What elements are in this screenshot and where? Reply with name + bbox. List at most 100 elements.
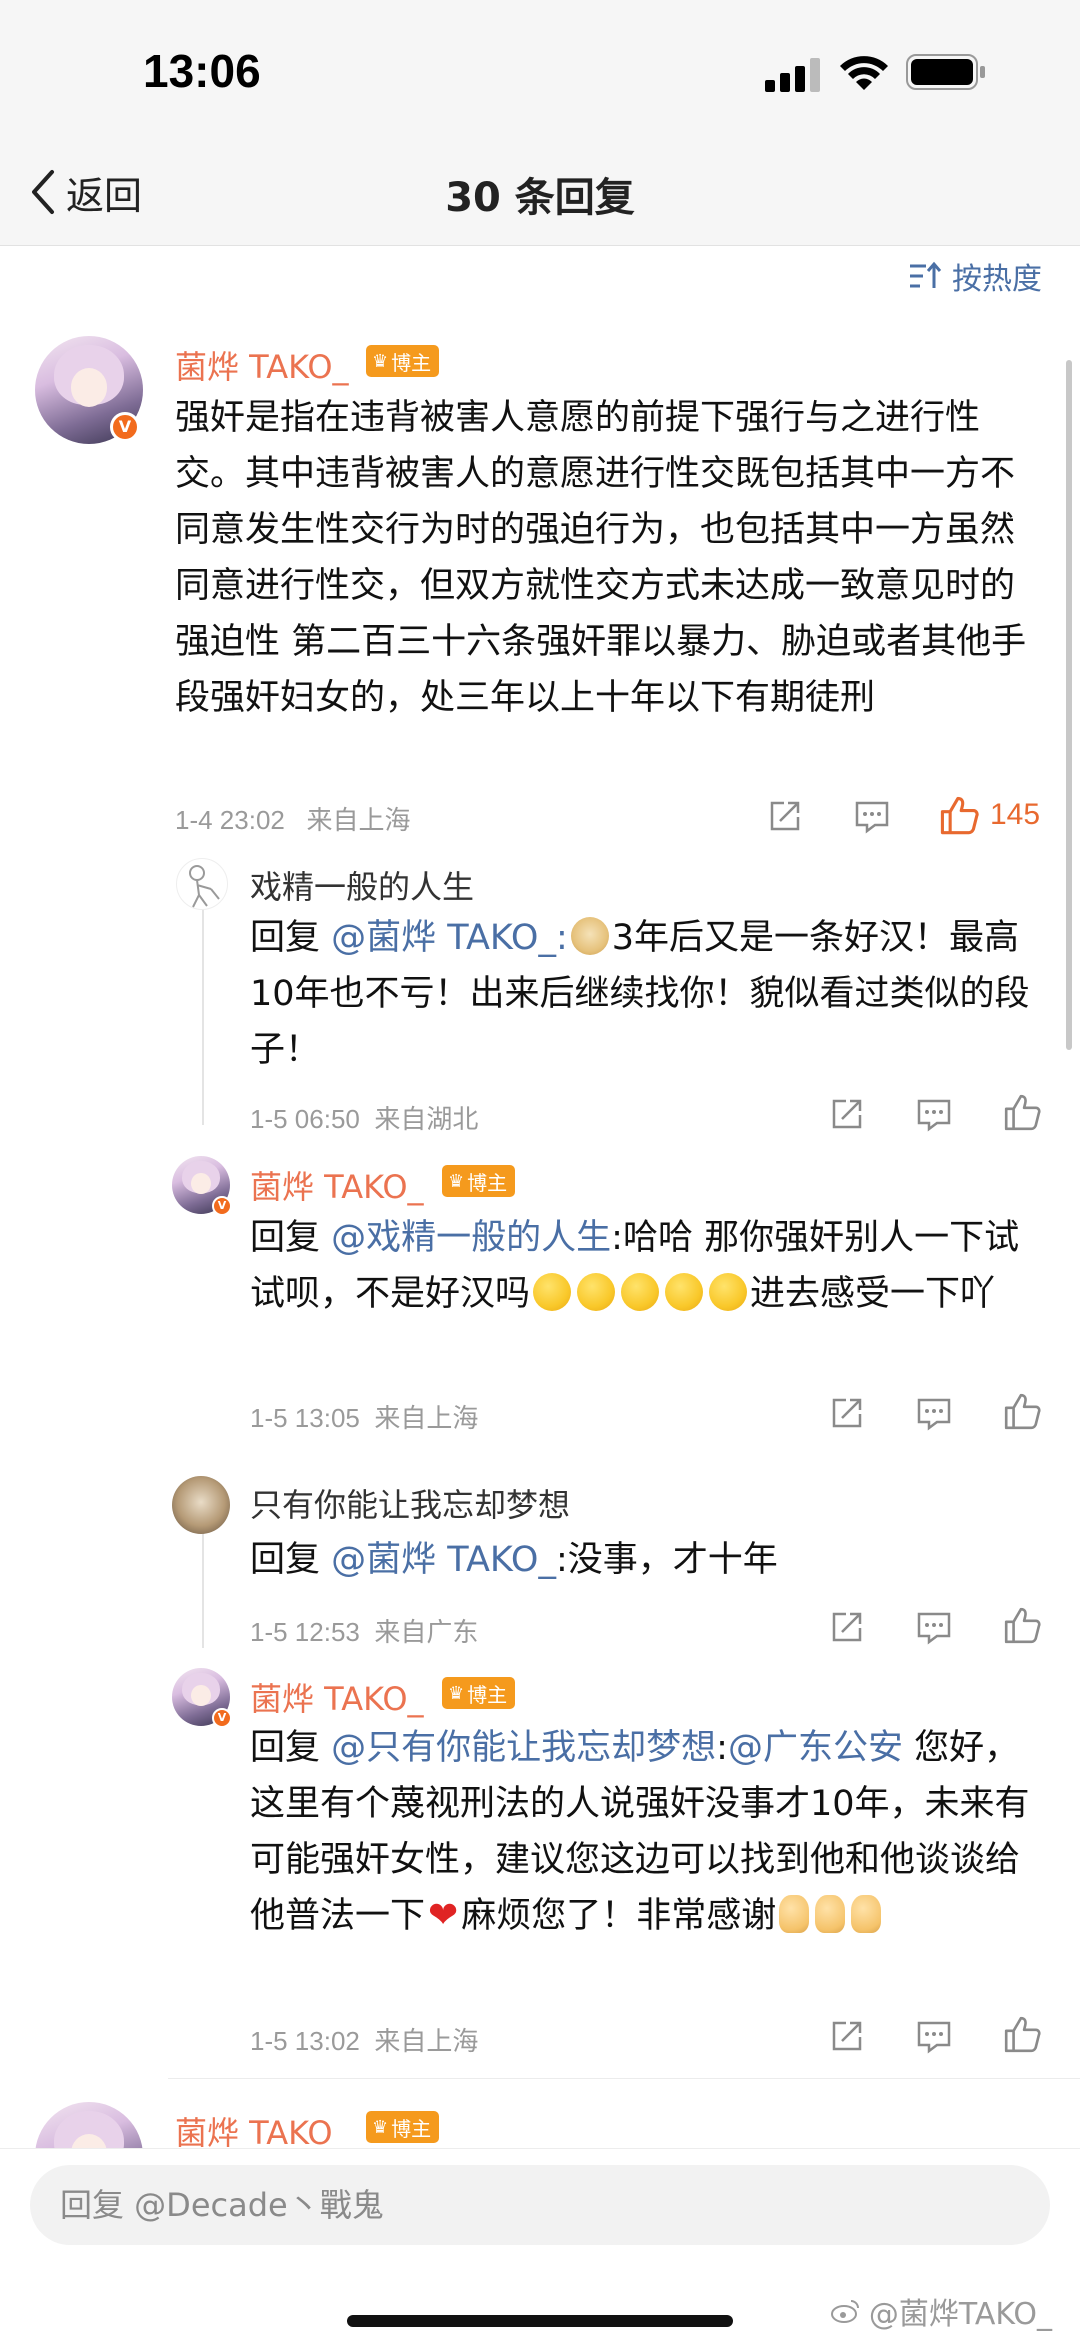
reply-prefix: 回复 xyxy=(250,918,321,958)
heart-emoji-icon: ❤ xyxy=(428,1895,459,1936)
reply-colon: : xyxy=(716,1728,728,1768)
comment-text: 强奸是指在违背被害人意愿的前提下强行与之进行性交。其中违背被害人的意愿进行性交既… xyxy=(175,398,1027,718)
crown-icon: ♛ xyxy=(372,350,389,372)
reply-meta: 1-5 13:02 来自上海 xyxy=(250,2021,478,2058)
badge-label: 博主 xyxy=(391,350,432,375)
reply-location: 来自上海 xyxy=(374,2026,479,2056)
reply-input[interactable]: 回复 @Decade丶戰鬼 xyxy=(30,2165,1050,2245)
cellular-signal-icon xyxy=(765,58,820,92)
thumbs-up-emoji-icon xyxy=(779,1895,810,1933)
badge-label: 博主 xyxy=(467,1170,508,1195)
weibo-icon xyxy=(830,2300,859,2323)
badge-label: 博主 xyxy=(467,1682,508,1707)
status-time: 13:06 xyxy=(143,45,261,97)
reply-username[interactable]: 菌烨 TAKO_ xyxy=(250,1162,424,1208)
reply-text: 回复 @菌烨 TAKO_: 3年后又是一条好汉！最高10年也不亏！出来后继续找你！… xyxy=(250,910,1050,1078)
thinking-emoji-icon xyxy=(621,1273,660,1311)
thumbs-up-emoji-icon xyxy=(815,1895,846,1933)
reply-time: 1-5 13:05 xyxy=(250,1403,360,1433)
comment-icon[interactable] xyxy=(915,1608,953,1646)
reply-username[interactable]: 只有你能让我忘却梦想 xyxy=(250,1480,570,1526)
blogger-badge: ♛ 博主 xyxy=(442,1677,516,1709)
share-icon[interactable] xyxy=(828,2017,866,2055)
status-bar: 13:06 xyxy=(0,0,1080,140)
mention-link[interactable]: @菌烨 TAKO_ xyxy=(331,918,556,958)
reply-avatar[interactable] xyxy=(176,858,228,910)
share-icon[interactable] xyxy=(828,1095,866,1133)
laughing-emoji-icon xyxy=(665,1273,704,1311)
reply-body-tail: 麻烦您了！非常感谢 xyxy=(461,1896,777,1936)
reply-location: 来自湖北 xyxy=(374,1104,479,1134)
reply-prefix: 回复 xyxy=(250,1728,321,1768)
reply-username[interactable]: 戏精一般的人生 xyxy=(250,862,474,908)
reply-body: :没事，才十年 xyxy=(555,1540,778,1580)
battery-icon xyxy=(906,54,985,90)
like-icon[interactable] xyxy=(1002,1092,1042,1132)
divider xyxy=(168,2078,1080,2079)
reply-location: 来自广东 xyxy=(374,1617,479,1647)
mention-colon: : xyxy=(555,918,568,958)
blogger-badge: ♛ 博主 xyxy=(366,345,440,377)
reply-meta: 1-5 12:53 来自广东 xyxy=(250,1612,478,1649)
tongue-emoji-icon xyxy=(709,1273,748,1311)
bottom-bar: 回复 @Decade丶戰鬼 @菌烨TAKO_ xyxy=(0,2148,1080,2341)
watermark-label: @菌烨TAKO_ xyxy=(868,2297,1052,2332)
share-icon[interactable] xyxy=(766,797,804,835)
mention-link[interactable]: @戏精一般的人生 xyxy=(331,1218,611,1258)
reply-prefix: 回复 xyxy=(250,1540,321,1580)
comment-time: 1-4 23:02 xyxy=(175,805,285,835)
like-icon[interactable] xyxy=(938,794,980,836)
reply-username[interactable]: 菌烨 TAKO_ xyxy=(250,1674,424,1720)
blogger-badge: ♛ 博主 xyxy=(442,1165,516,1197)
wifi-icon xyxy=(840,56,888,90)
comment-icon[interactable] xyxy=(915,2017,953,2055)
crown-icon: ♛ xyxy=(448,1170,465,1192)
reply-text: 回复 @菌烨 TAKO_:没事，才十年 xyxy=(250,1532,1050,1588)
sort-label: 按热度 xyxy=(952,262,1042,297)
reply-meta: 1-5 06:50 来自湖北 xyxy=(250,1099,478,1136)
share-icon[interactable] xyxy=(828,1608,866,1646)
reply-prefix: 回复 xyxy=(250,1218,321,1258)
stick-figure-icon xyxy=(189,865,220,908)
home-indicator[interactable] xyxy=(347,2315,733,2327)
reply-avatar[interactable] xyxy=(172,1476,230,1534)
crown-icon: ♛ xyxy=(372,2116,389,2138)
reply-location: 来自上海 xyxy=(374,1403,479,1433)
comment-icon[interactable] xyxy=(915,1095,953,1133)
mention-link[interactable]: @只有你能让我忘却梦想 xyxy=(331,1728,716,1768)
page-title: 30 条回复 xyxy=(445,175,635,221)
comment-location: 来自上海 xyxy=(306,805,411,835)
verified-icon: V xyxy=(110,412,140,442)
reply-time: 1-5 13:02 xyxy=(250,2026,360,2056)
like-icon[interactable] xyxy=(1002,1391,1042,1431)
like-icon[interactable] xyxy=(1002,1605,1042,1645)
comment-meta: 1-4 23:02 来自上海 xyxy=(175,800,411,837)
reply-meta: 1-5 13:05 来自上海 xyxy=(250,1398,478,1435)
verified-icon: V xyxy=(212,1196,232,1216)
thinking-emoji-icon xyxy=(533,1273,572,1311)
mention-link[interactable]: @广东公安 xyxy=(728,1728,903,1768)
comment-username[interactable]: 菌烨 TAKO_ xyxy=(175,342,349,388)
thread-line xyxy=(202,905,204,1125)
share-icon[interactable] xyxy=(828,1394,866,1432)
like-count: 145 xyxy=(990,798,1041,831)
reply-time: 1-5 06:50 xyxy=(250,1104,360,1134)
blogger-badge: ♛ 博主 xyxy=(366,2111,440,2143)
doge-emoji-icon xyxy=(570,917,609,955)
mention-link[interactable]: @菌烨 TAKO_ xyxy=(331,1540,556,1580)
sort-button[interactable]: 按热度 xyxy=(908,256,1042,297)
thumbs-up-emoji-icon xyxy=(851,1895,882,1933)
verified-icon: V xyxy=(212,1708,232,1728)
sort-icon xyxy=(910,261,942,288)
reply-text: 回复 @戏精一般的人生:哈哈 那你强奸别人一下试试呗，不是好汉吗 进去感受一下吖 xyxy=(250,1210,1050,1322)
thinking-emoji-icon xyxy=(577,1273,616,1311)
reply-body-tail: 进去感受一下吖 xyxy=(750,1274,996,1314)
thread-line xyxy=(202,1520,204,1648)
watermark: @菌烨TAKO_ xyxy=(830,2289,1052,2333)
comment-icon[interactable] xyxy=(853,797,891,835)
nav-bar: 返回 30 条回复 xyxy=(0,140,1080,246)
scrollbar[interactable] xyxy=(1066,360,1072,1050)
comment-icon[interactable] xyxy=(915,1394,953,1432)
crown-icon: ♛ xyxy=(448,1682,465,1704)
like-icon[interactable] xyxy=(1002,2014,1042,2054)
